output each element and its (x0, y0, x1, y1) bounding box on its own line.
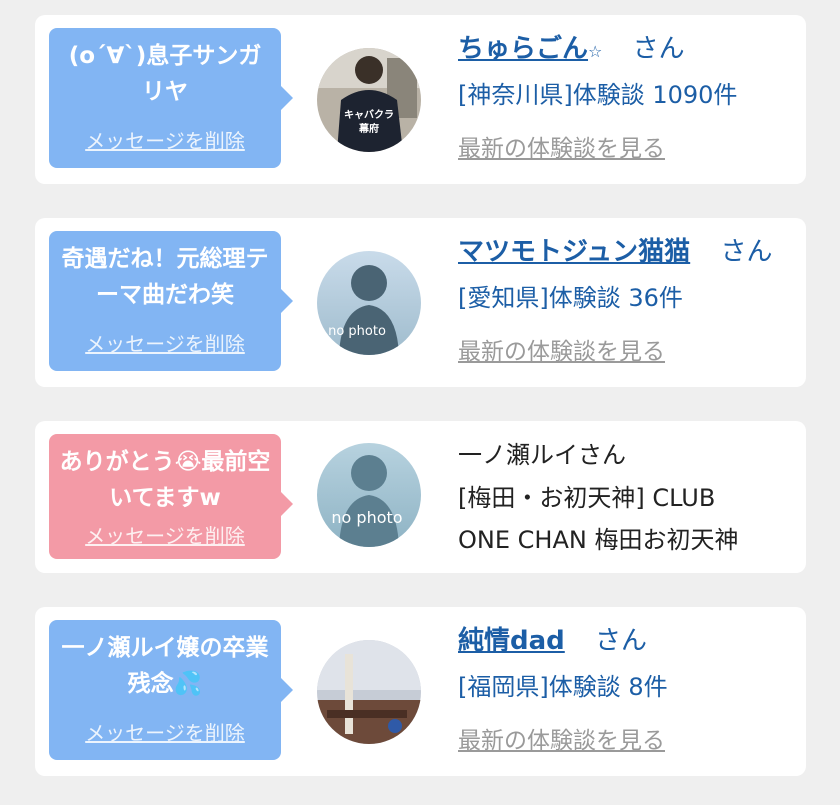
honorific: さん (632, 34, 685, 64)
user-name-link[interactable]: 純情dad (458, 626, 565, 656)
avatar[interactable]: no photo (317, 443, 421, 547)
message-bubble: 奇遇だね！元総理テーマ曲だわ笑 メッセージを削除 (49, 231, 293, 371)
message-text: ありがとう😭最前空いてますw (59, 449, 271, 511)
avatar[interactable] (317, 640, 421, 744)
shop-info: 一ノ瀬ルイさん [梅田・お初天神] CLUB ONE CHAN 梅田お初天神 (458, 433, 796, 561)
message-bubble: ありがとう😭最前空いてますw メッセージを削除 (49, 434, 293, 559)
user-info: ちゅらごん☆ さん [神奈川県]体験談 1090件 最新の体験談を見る (458, 29, 796, 163)
shop-line-2: ONE CHAN 梅田お初天神 (458, 526, 739, 554)
message-card: (o´∀`)息子サンガリヤ メッセージを削除 キャバクラ 幕府 ちゅらごん☆ さ… (35, 15, 806, 184)
user-info: マツモトジュン猫猫 さん [愛知県]体験談 36件 最新の体験談を見る (458, 232, 796, 366)
user-name-link[interactable]: ちゅらごん (458, 34, 588, 64)
message-bubble: (o´∀`)息子サンガリヤ メッセージを削除 (49, 28, 293, 168)
delete-message-link[interactable]: メッセージを削除 (49, 520, 281, 549)
latest-review-link[interactable]: 最新の体験談を見る (458, 129, 796, 163)
svg-text:キャバクラ: キャバクラ (344, 109, 394, 121)
delete-message-link[interactable]: メッセージを削除 (49, 125, 281, 154)
area-review-count: [福岡県]体験談 8件 (458, 673, 668, 701)
message-text: 奇遇だね！元総理テーマ曲だわ笑 (61, 246, 269, 308)
delete-message-link[interactable]: メッセージを削除 (49, 328, 281, 357)
svg-text:幕府: 幕府 (358, 122, 379, 135)
message-card: ありがとう😭最前空いてますw メッセージを削除 no photo 一ノ瀬ルイさん… (35, 421, 806, 573)
message-text: 一ノ瀬ルイ嬢の卒業残念💦 (61, 635, 269, 697)
latest-review-link[interactable]: 最新の体験談を見る (458, 332, 796, 366)
latest-review-link[interactable]: 最新の体験談を見る (458, 721, 796, 755)
honorific: さん (595, 626, 648, 656)
no-photo-text: no photo (331, 508, 402, 527)
message-card: 一ノ瀬ルイ嬢の卒業残念💦 メッセージを削除 純情dad さん [福岡県]体験談 … (35, 607, 806, 776)
delete-message-link[interactable]: メッセージを削除 (49, 717, 281, 746)
honorific: さん (720, 237, 773, 267)
message-bubble: 一ノ瀬ルイ嬢の卒業残念💦 メッセージを削除 (49, 620, 293, 760)
area-review-count: [神奈川県]体験談 1090件 (458, 81, 738, 109)
user-name-link[interactable]: マツモトジュン猫猫 (458, 237, 690, 267)
avatar[interactable]: no photo (317, 251, 421, 355)
shop-line-1: [梅田・お初天神] CLUB (458, 484, 716, 512)
cast-name: 一ノ瀬ルイさん (458, 441, 626, 469)
message-card: 奇遇だね！元総理テーマ曲だわ笑 メッセージを削除 no photo マツモトジュ… (35, 218, 806, 387)
area-review-count: [愛知県]体験談 36件 (458, 284, 683, 312)
message-text: (o´∀`)息子サンガリヤ (68, 43, 262, 105)
no-photo-text: no photo (328, 324, 386, 339)
avatar[interactable]: キャバクラ 幕府 (317, 48, 421, 152)
user-info: 純情dad さん [福岡県]体験談 8件 最新の体験談を見る (458, 621, 796, 755)
star-icon: ☆ (588, 42, 603, 61)
